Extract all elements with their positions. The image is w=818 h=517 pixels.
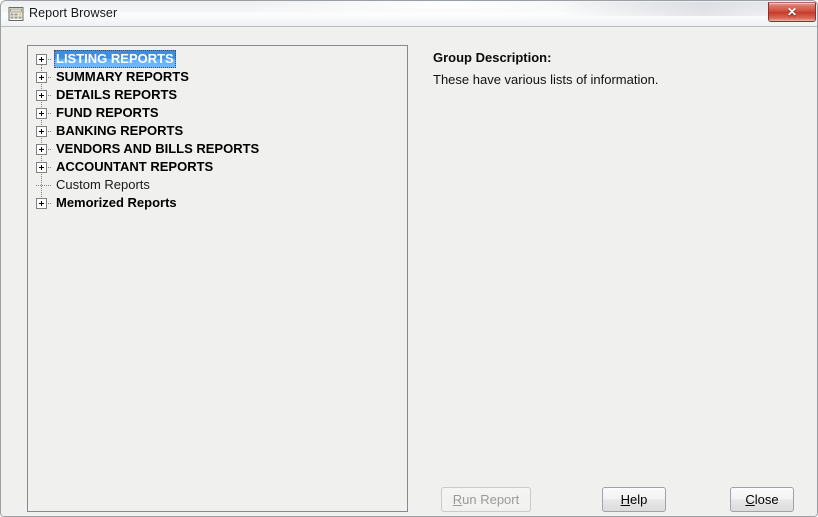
tree-item-listing-reports[interactable]: LISTING REPORTS <box>28 50 407 68</box>
close-button[interactable]: Close <box>730 487 794 512</box>
expand-plus-icon[interactable] <box>36 126 47 137</box>
expand-plus-icon[interactable] <box>36 144 47 155</box>
report-group-tree-panel[interactable]: LISTING REPORTS SUMMARY REPORTS DETAILS RE… <box>27 45 408 512</box>
tree-item-label: VENDORS AND BILLS REPORTS <box>56 141 260 156</box>
expand-plus-icon[interactable] <box>36 108 47 119</box>
title-bar: Report Browser ✕ <box>1 1 817 27</box>
tree-item-label: BANKING REPORTS <box>56 123 184 138</box>
tree-item-label: Custom Reports <box>56 177 150 192</box>
tree-item-fund-reports[interactable]: FUND REPORTS <box>28 104 407 122</box>
expand-plus-icon[interactable] <box>36 90 47 101</box>
report-document-icon <box>7 5 25 23</box>
tree-item-label: LISTING REPORTS <box>54 50 176 68</box>
help-button[interactable]: Help <box>602 487 666 512</box>
tree-item-label: Memorized Reports <box>56 195 177 210</box>
tree-item-label: FUND REPORTS <box>56 105 159 120</box>
tree-item-accountant-reports[interactable]: ACCOUNTANT REPORTS <box>28 158 407 176</box>
expand-plus-icon[interactable] <box>36 54 47 65</box>
close-icon: ✕ <box>786 5 798 19</box>
close-window-button[interactable]: ✕ <box>768 2 816 22</box>
expand-plus-icon[interactable] <box>36 162 47 173</box>
tree-item-summary-reports[interactable]: SUMMARY REPORTS <box>28 68 407 86</box>
dialog-client-area: LISTING REPORTS SUMMARY REPORTS DETAILS RE… <box>1 27 817 516</box>
window-title: Report Browser <box>29 6 118 20</box>
tree-connector-stub <box>36 185 52 186</box>
tree-item-label: SUMMARY REPORTS <box>56 69 189 84</box>
tree-item-vendors-and-bills-reports[interactable]: VENDORS AND BILLS REPORTS <box>28 140 407 158</box>
group-description-heading: Group Description: <box>433 50 552 65</box>
report-browser-window: Report Browser ✕ LISTING REPORTS SUMMARY … <box>0 0 818 517</box>
expand-plus-icon[interactable] <box>36 198 47 209</box>
report-group-tree: LISTING REPORTS SUMMARY REPORTS DETAILS RE… <box>28 50 407 212</box>
aero-glass-highlight <box>241 1 661 21</box>
tree-item-details-reports[interactable]: DETAILS REPORTS <box>28 86 407 104</box>
run-report-button[interactable]: Run Report <box>441 487 531 512</box>
tree-item-custom-reports[interactable]: Custom Reports <box>28 176 407 194</box>
group-description-text: These have various lists of information. <box>433 72 659 87</box>
expand-plus-icon[interactable] <box>36 72 47 83</box>
tree-item-banking-reports[interactable]: BANKING REPORTS <box>28 122 407 140</box>
tree-item-label: DETAILS REPORTS <box>56 87 178 102</box>
tree-item-label: ACCOUNTANT REPORTS <box>56 159 214 174</box>
tree-item-memorized-reports[interactable]: Memorized Reports <box>28 194 407 212</box>
